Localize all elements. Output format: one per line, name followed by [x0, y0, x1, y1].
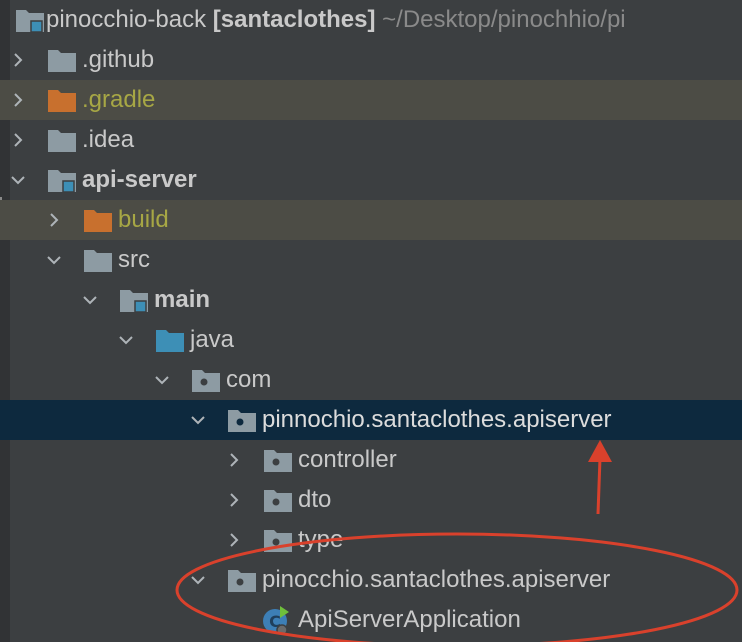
- chevron-right-icon[interactable]: [6, 40, 30, 80]
- tree-item-label: pinnochio.santaclothes.apiserver: [262, 406, 612, 433]
- package-folder-icon: [262, 526, 294, 554]
- tree-item-label: src: [118, 246, 150, 273]
- chevron-down-icon[interactable]: [186, 400, 210, 440]
- tree-row-type[interactable]: type: [0, 520, 742, 560]
- tree-row-github[interactable]: .github: [0, 40, 742, 80]
- tree-row-com[interactable]: com: [0, 360, 742, 400]
- tree-item-label: .github: [82, 46, 155, 73]
- tree-item-label: controller: [298, 446, 397, 473]
- module-folder-icon: [14, 6, 46, 34]
- package-folder-icon: [262, 486, 294, 514]
- tree-item-label: type: [298, 526, 344, 553]
- module-folder-icon: [118, 286, 150, 314]
- root-branch: [santaclothes]: [212, 6, 376, 33]
- tree-item-label: .gradle: [82, 86, 156, 113]
- tree-item-label: java: [190, 326, 235, 353]
- root-path: ~/Desktop/pinochhio/pi: [382, 6, 626, 33]
- tree-row-idea[interactable]: .idea: [0, 120, 742, 160]
- chevron-right-icon[interactable]: [222, 520, 246, 560]
- tree-item-label: .idea: [82, 126, 135, 153]
- chevron-down-icon[interactable]: [186, 560, 210, 600]
- project-tree: pinocchio-back [santaclothes] ~/Desktop/…: [0, 0, 742, 642]
- chevron-right-icon[interactable]: [6, 80, 30, 120]
- chevron-right-icon[interactable]: [6, 120, 30, 160]
- tree-row-api-server[interactable]: api-server: [0, 160, 742, 200]
- tree-row-api-server-application[interactable]: C ApiServerApplication: [0, 600, 742, 640]
- source-root-folder-icon: [154, 326, 186, 354]
- tree-item-label: pinocchio.santaclothes.apiserver: [262, 566, 611, 593]
- tree-row-java[interactable]: java: [0, 320, 742, 360]
- module-folder-icon: [46, 166, 78, 194]
- tree-row-gradle[interactable]: .gradle: [0, 80, 742, 120]
- folder-icon: [46, 126, 78, 154]
- tree-item-label: build: [118, 206, 169, 233]
- folder-icon: [82, 246, 114, 274]
- folder-icon: [46, 46, 78, 74]
- chevron-down-icon[interactable]: [6, 160, 30, 200]
- package-folder-icon: [190, 366, 222, 394]
- package-folder-icon: [226, 566, 258, 594]
- chevron-down-icon[interactable]: [78, 280, 102, 320]
- chevron-down-icon[interactable]: [150, 360, 174, 400]
- chevron-down-icon[interactable]: [42, 240, 66, 280]
- tree-row-dto[interactable]: dto: [0, 480, 742, 520]
- chevron-right-icon[interactable]: [222, 480, 246, 520]
- tree-row-src[interactable]: src: [0, 240, 742, 280]
- chevron-right-icon[interactable]: [42, 200, 66, 240]
- spring-boot-class-icon: C: [260, 604, 292, 636]
- package-folder-icon: [262, 446, 294, 474]
- tree-item-label: ApiServerApplication: [298, 606, 521, 633]
- tree-row-main[interactable]: main: [0, 280, 742, 320]
- excluded-folder-icon: [82, 206, 114, 234]
- tree-item-label: main: [154, 286, 211, 313]
- tree-row-controller[interactable]: controller: [0, 440, 742, 480]
- tree-row-build[interactable]: build: [0, 200, 742, 240]
- chevron-right-icon[interactable]: [222, 440, 246, 480]
- root-project-name: pinocchio-back: [46, 6, 207, 33]
- package-folder-icon: [226, 406, 258, 434]
- tree-item-label: dto: [298, 486, 332, 513]
- excluded-folder-icon: [46, 86, 78, 114]
- tree-item-label: api-server: [82, 166, 197, 193]
- root-name: pinocchio-back [santaclothes] ~/Desktop/…: [46, 0, 626, 40]
- tree-row-package-selected[interactable]: pinnochio.santaclothes.apiserver: [0, 400, 742, 440]
- tree-row-root[interactable]: pinocchio-back [santaclothes] ~/Desktop/…: [0, 0, 742, 40]
- tree-item-label: com: [226, 366, 272, 393]
- chevron-down-icon[interactable]: [114, 320, 138, 360]
- tree-row-package-second[interactable]: pinocchio.santaclothes.apiserver: [0, 560, 742, 600]
